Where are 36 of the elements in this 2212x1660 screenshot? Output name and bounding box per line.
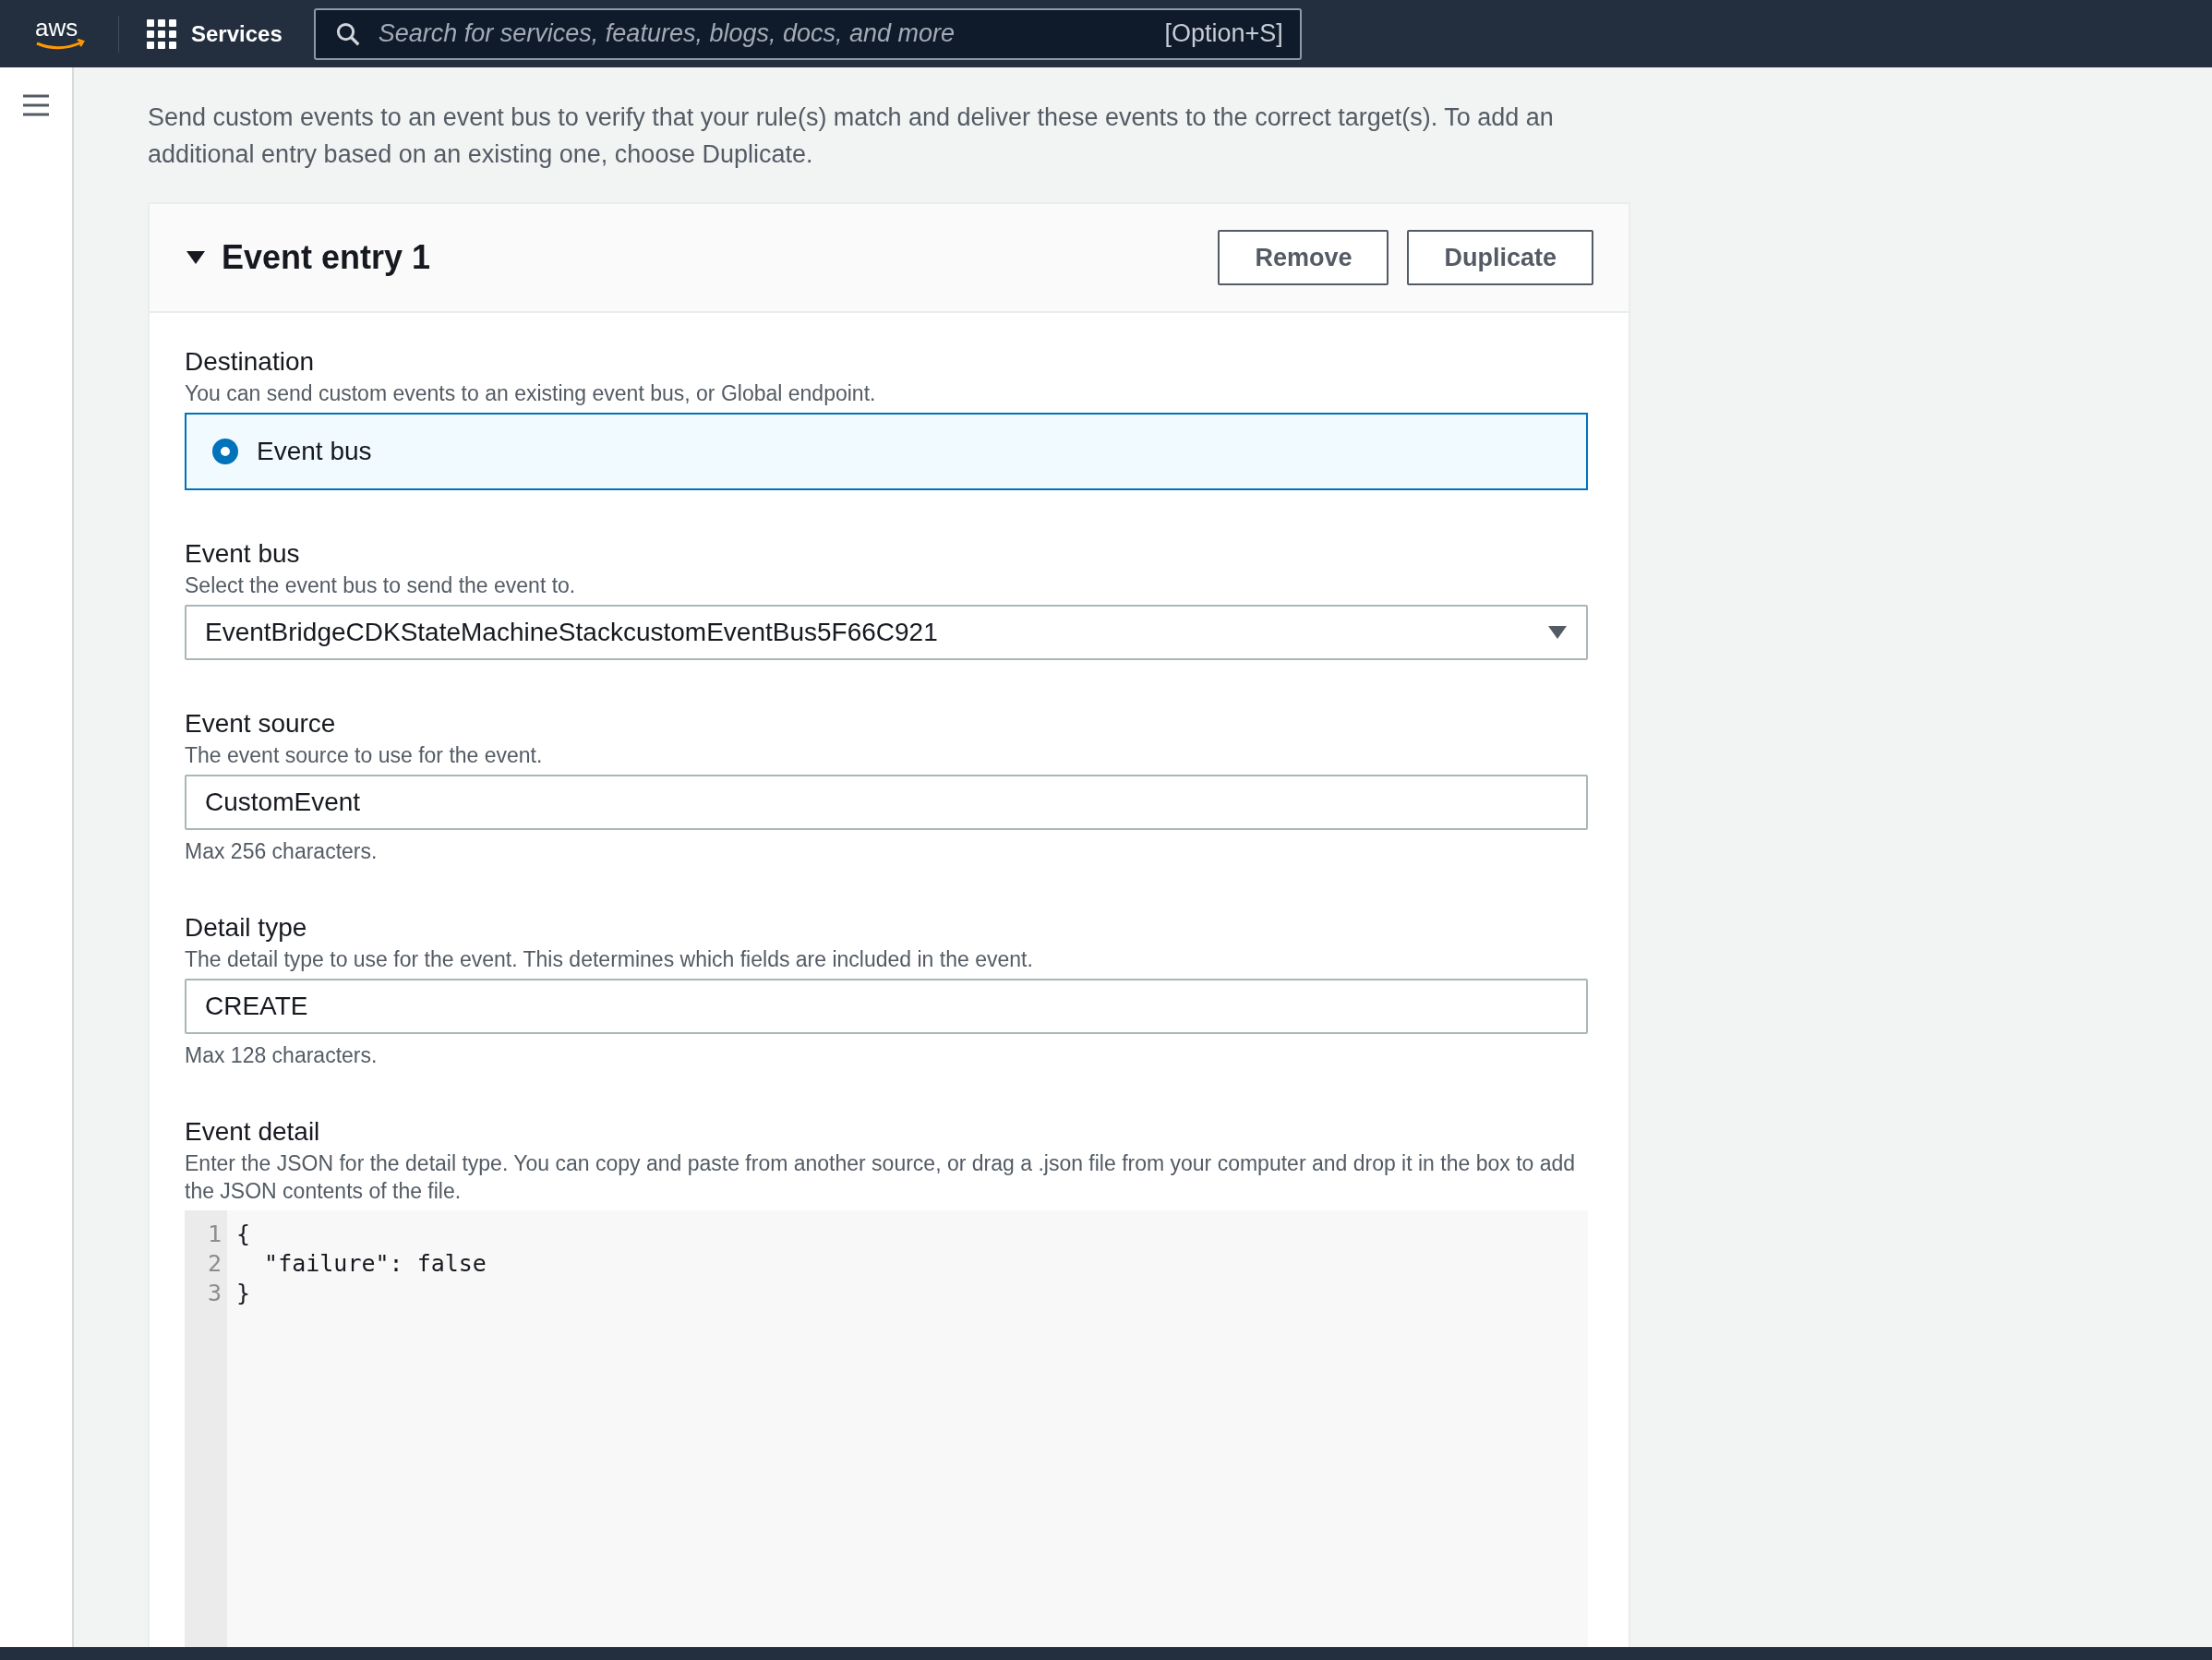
- radio-label: Event bus: [257, 437, 372, 466]
- field-hint: Max 128 characters.: [185, 1043, 379, 1068]
- services-menu-button[interactable]: Services: [147, 18, 283, 49]
- event-entry-toggle[interactable]: Event entry 1: [185, 238, 431, 277]
- field-hint: Max 256 characters.: [185, 839, 379, 864]
- code-line: {: [236, 1220, 252, 1249]
- entry-action-button[interactable]: Duplicate: [1407, 230, 1593, 285]
- entry-action-button[interactable]: Remove: [1218, 230, 1389, 285]
- grid-icon: [147, 18, 176, 49]
- json-code-editor[interactable]: 1 2 3 { "failure": false }: [185, 1210, 1588, 1647]
- field-description: You can send custom events to an existing event bus, or Global endpoint.: [185, 380, 877, 407]
- event-bus-dropdown[interactable]: EventBridgeCDKStateMachineStackcustomEventBus5F66C921: [185, 605, 1588, 660]
- search-field[interactable]: Search for services, features, blogs, docs, and more: [376, 18, 1150, 49]
- field-description: The detail type to use for the event. This determines which fields are included in the event.: [185, 946, 1034, 973]
- field-label: Event bus: [185, 538, 301, 570]
- field-label: Detail type: [185, 912, 308, 944]
- text-input-field[interactable]: CREATE: [185, 979, 1588, 1034]
- code-line: "failure": false: [263, 1249, 487, 1279]
- field-description: Enter the JSON for the detail type. You can copy and paste from another source, or drag a .json file from your computer and drop it in the box to add the JSON contents of the file.: [185, 1150, 1577, 1205]
- line-number: 1: [206, 1220, 222, 1249]
- keyboard-shortcut: [Option+S]: [1164, 19, 1283, 48]
- menu-icon[interactable]: [22, 93, 50, 117]
- line-number: 3: [206, 1279, 222, 1308]
- field-description: Select the event bus to send the event to.: [185, 572, 577, 599]
- field-label: Event source: [185, 708, 337, 740]
- field-label: Destination: [185, 346, 316, 378]
- caret-down-icon: [1547, 625, 1568, 640]
- intro-text: Send custom events to an event bus to verify that your rule(s) match and deliver these events to the correct target(s). To add an additional entry based on an existing one, choose Duplicate.: [148, 102, 1555, 170]
- radio-button[interactable]: [212, 439, 238, 464]
- text-input-field[interactable]: CustomEvent: [185, 775, 1588, 830]
- line-number: 2: [206, 1249, 222, 1279]
- field-description: The event source to use for the event.: [185, 742, 544, 769]
- radio-option-card[interactable]: Event bus: [185, 413, 1588, 490]
- code-line: }: [236, 1279, 252, 1308]
- search-bar[interactable]: Search for services, features, blogs, docs, and more [Option+S]: [313, 7, 1302, 60]
- field-label: Event detail: [185, 1116, 321, 1148]
